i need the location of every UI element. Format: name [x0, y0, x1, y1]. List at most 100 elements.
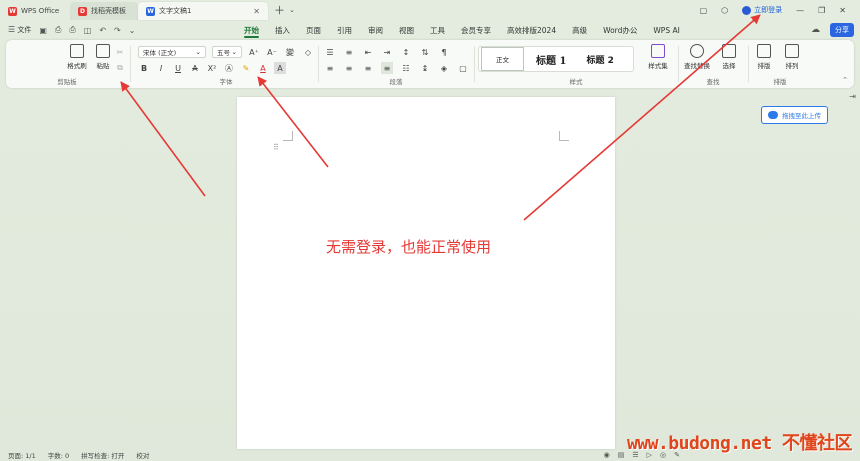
ribbon-tab-8[interactable]: 高效排版2024 [499, 20, 564, 40]
ribbon-tab-11[interactable]: WPS AI [645, 20, 687, 40]
distributed-icon[interactable]: ☷ [400, 62, 412, 74]
ribbon-tabs: 开始 插入 页面 引用 审阅 视图 工具 会员专享 高效排版2024 高级 Word办公 WPS AI [236, 20, 688, 40]
cut-icon[interactable]: ✂ [114, 46, 126, 58]
ribbon-tab-0[interactable]: 开始 [236, 20, 267, 40]
close-tab-icon[interactable]: ✕ [253, 7, 260, 16]
proofread-button[interactable]: 校对 [136, 450, 149, 460]
select-button[interactable]: 选择 [714, 44, 744, 70]
margin-corner-right [559, 131, 569, 141]
ribbon-tab-1[interactable]: 插入 [267, 20, 298, 40]
char-shading-icon[interactable]: A [274, 62, 286, 74]
find-group: 查找替换 选择 查找 [680, 40, 746, 88]
drag-upload-button[interactable]: 拖拽至此上传 [761, 106, 828, 124]
align-right-icon[interactable]: ≡ [362, 62, 374, 74]
underline-icon[interactable]: U [172, 62, 184, 74]
new-tab-button[interactable]: ＋ [274, 2, 285, 18]
font-color-icon[interactable]: A [257, 62, 269, 74]
text-effect-icon[interactable]: Ⓐ [223, 62, 235, 74]
highlight-icon[interactable]: ✎ [240, 62, 252, 74]
eye-icon[interactable]: ◉ [604, 451, 610, 459]
undo-icon[interactable]: ↶ [99, 26, 106, 35]
ribbon-tab-5[interactable]: 视图 [391, 20, 422, 40]
clipboard-icon [96, 44, 110, 58]
style-heading-1[interactable]: 标题 1 [526, 47, 576, 71]
align-left-icon[interactable]: ≡ [324, 62, 336, 74]
bold-icon[interactable]: B [138, 62, 150, 74]
numbering-icon[interactable]: ≡ [343, 46, 355, 58]
minimize-button[interactable]: — [796, 6, 804, 15]
show-marks-icon[interactable]: ¶ [438, 46, 450, 58]
style-gallery: 正文 标题 1 标题 2 [478, 46, 634, 72]
ribbon-tab-9[interactable]: 高级 [564, 20, 595, 40]
align-center-icon[interactable]: ≡ [343, 62, 355, 74]
share-button[interactable]: 分享 [830, 23, 854, 37]
font-name-select[interactable]: 宋体 (正文) ⌄ [138, 46, 206, 58]
tab-label: 文字文稿1 [159, 7, 192, 15]
cloud-icon[interactable]: ☁ [811, 25, 820, 35]
ribbon-tab-10[interactable]: Word办公 [595, 20, 645, 40]
ribbon-tab-6[interactable]: 工具 [422, 20, 453, 40]
line-spacing-icon[interactable]: ↨ [419, 62, 431, 74]
chevron-down-icon[interactable]: ⌄ [289, 6, 295, 14]
superscript-icon[interactable]: X² [206, 62, 218, 74]
cube-icon[interactable]: ⬡ [721, 6, 728, 15]
phonetic-icon[interactable]: 變 [284, 46, 296, 58]
ribbon-tab-2[interactable]: 页面 [298, 20, 329, 40]
collapse-ribbon-icon[interactable]: ⌃ [842, 76, 848, 84]
tab-document[interactable]: W 文字文稿1 ✕ [138, 2, 268, 20]
find-replace-label: 查找替换 [684, 62, 710, 70]
shading-icon[interactable]: ◈ [438, 62, 450, 74]
justify-icon[interactable]: ≡ [381, 62, 393, 74]
drag-handle-icon[interactable]: ⠿ [273, 143, 279, 152]
redo-icon[interactable]: ↷ [114, 26, 121, 35]
file-menu[interactable]: ☰ 文件 [8, 25, 31, 35]
clear-format-icon[interactable]: ◇ [302, 46, 314, 58]
page-count[interactable]: 页面: 1/1 [8, 450, 36, 460]
restore-button[interactable]: ❐ [818, 6, 825, 15]
typeset-button[interactable]: 排版 [750, 44, 778, 70]
ribbon-tab-4[interactable]: 审阅 [360, 20, 391, 40]
window-layout-icon[interactable]: ▢ [700, 6, 708, 15]
page-view-icon[interactable]: ▤ [618, 451, 625, 459]
style-normal[interactable]: 正文 [481, 47, 524, 71]
style-heading-2[interactable]: 标题 2 [576, 47, 623, 71]
side-panel-toggle-icon[interactable]: ⇥ [849, 92, 856, 101]
document-page[interactable]: ⠿ [237, 97, 615, 449]
print-icon[interactable]: ⎙ [69, 25, 75, 35]
word-count[interactable]: 字数: 0 [48, 450, 69, 460]
ribbon-tab-7[interactable]: 会员专享 [453, 20, 499, 40]
ribbon-tab-3[interactable]: 引用 [329, 20, 360, 40]
strikethrough-icon[interactable]: A [189, 62, 201, 74]
export-pdf-icon[interactable]: ⎙ [55, 25, 61, 35]
arrow-to-clipboard [120, 81, 206, 197]
text-direction-icon[interactable]: ↕ [400, 46, 412, 58]
arrange-button[interactable]: 排列 [778, 44, 806, 70]
style-set-button[interactable]: 样式集 [640, 44, 676, 70]
decrease-indent-icon[interactable]: ⇤ [362, 46, 374, 58]
font-size-select[interactable]: 五号 ⌄ [212, 46, 242, 58]
upload-label: 拖拽至此上传 [782, 112, 821, 120]
print-preview-icon[interactable]: ◫ [84, 26, 92, 35]
spellcheck-status[interactable]: 拼写检查: 打开 [81, 450, 124, 460]
cloud-upload-icon [768, 111, 778, 119]
more-chevron-icon[interactable]: ⌄ [129, 26, 136, 35]
layout-label: 排版 [773, 78, 787, 86]
find-replace-button[interactable]: 查找替换 [680, 44, 714, 70]
tab-wps-office[interactable]: W WPS Office [0, 2, 70, 20]
divider [748, 46, 749, 82]
shrink-font-icon[interactable]: A⁻ [266, 46, 278, 58]
sort-icon[interactable]: ⇅ [419, 46, 431, 58]
copy-icon[interactable]: ⧉ [114, 62, 126, 74]
arrange-label: 排列 [785, 62, 799, 70]
italic-icon[interactable]: I [155, 62, 167, 74]
border-icon[interactable]: ▢ [457, 62, 469, 74]
bullets-icon[interactable]: ☰ [324, 46, 336, 58]
grow-font-icon[interactable]: A⁺ [248, 46, 260, 58]
login-button[interactable]: 立即登录 [742, 5, 782, 15]
increase-indent-icon[interactable]: ⇥ [381, 46, 393, 58]
clipboard-label: 剪贴板 [57, 78, 77, 86]
styles-group: 正文 标题 1 标题 2 样式集 样式 [476, 40, 676, 88]
tab-docer[interactable]: D 找稻壳模板 [70, 2, 138, 20]
save-icon[interactable]: ▣ [39, 26, 47, 35]
close-window-button[interactable]: ✕ [839, 6, 846, 15]
